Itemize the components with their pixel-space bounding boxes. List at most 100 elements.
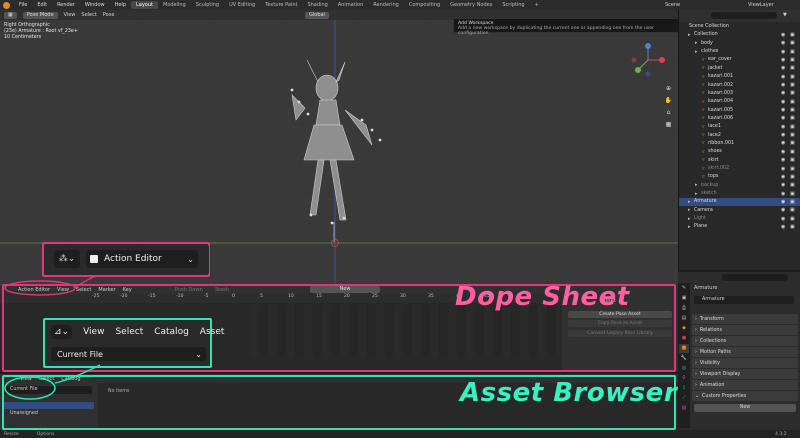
menu-window[interactable]: Window — [85, 2, 105, 8]
outliner-row[interactable]: ▿ lace1 ◉ ▣ — [679, 123, 800, 131]
filter-icon[interactable]: ▼ — [783, 12, 787, 18]
pan-hand-icon[interactable]: ✋ — [664, 96, 673, 105]
outliner-row[interactable]: ▿ lace2 ◉ ▣ — [679, 131, 800, 139]
render-camera-icon[interactable]: ▣ — [790, 107, 795, 113]
visibility-eye-icon[interactable]: ◉ — [781, 107, 785, 113]
render-camera-icon[interactable]: ▣ — [790, 82, 795, 88]
texture-tab-icon[interactable]: ▨ — [679, 404, 689, 413]
render-camera-icon[interactable]: ▣ — [790, 149, 795, 155]
visibility-eye-icon[interactable]: ◉ — [781, 166, 785, 172]
visibility-eye-icon[interactable]: ◉ — [781, 115, 785, 121]
render-camera-icon[interactable]: ▣ — [790, 115, 795, 121]
visibility-eye-icon[interactable]: ◉ — [781, 90, 785, 96]
outliner-row[interactable]: ▿ kazari.001 ◉ ▣ — [679, 73, 800, 81]
zoom-icon[interactable]: ⊕ — [664, 84, 673, 93]
menu-render[interactable]: Render — [57, 2, 75, 8]
visibility-eye-icon[interactable]: ◉ — [781, 207, 785, 213]
view-layer-tab-icon[interactable]: ▤ — [679, 314, 689, 323]
panel-motion-paths[interactable]: › Motion Paths — [692, 347, 798, 357]
render-camera-icon[interactable]: ▣ — [790, 140, 795, 146]
visibility-eye-icon[interactable]: ◉ — [781, 40, 785, 46]
visibility-eye-icon[interactable]: ◉ — [781, 74, 785, 80]
outliner-row[interactable]: ▸ Plane ◉ ▣ — [679, 223, 800, 231]
properties-search-input[interactable] — [722, 274, 788, 281]
dope-sheet-editor-type-icon[interactable]: ⁂⌄ — [54, 250, 80, 268]
render-camera-icon[interactable]: ▣ — [790, 224, 795, 230]
tab-compositing[interactable]: Compositing — [404, 1, 445, 9]
outliner-row[interactable]: ▿ kazari.006 ◉ ▣ — [679, 115, 800, 123]
physics-tab-icon[interactable]: ◎ — [679, 364, 689, 373]
outliner-row[interactable]: ▿ ear_cover ◉ ▣ — [679, 56, 800, 64]
visibility-eye-icon[interactable]: ◉ — [781, 140, 785, 146]
visibility-eye-icon[interactable]: ◉ — [781, 191, 785, 197]
tab-animation[interactable]: Animation — [333, 1, 369, 9]
tab-modeling[interactable]: Modeling — [158, 1, 191, 9]
visibility-eye-icon[interactable]: ◉ — [781, 82, 785, 88]
object-tab-icon[interactable]: ■ — [679, 344, 689, 353]
outliner-row[interactable]: ▸ sketch ◉ ▣ — [679, 190, 800, 198]
render-tab-icon[interactable]: ▣ — [679, 294, 689, 303]
editor-type-button[interactable]: ▦ — [4, 11, 17, 19]
output-tab-icon[interactable]: ⎙ — [679, 304, 689, 313]
outliner-row[interactable]: ▸ body ◉ ▣ — [679, 39, 800, 47]
object-name-field[interactable]: Armature — [694, 296, 794, 304]
perspective-grid-icon[interactable]: ▦ — [664, 120, 673, 129]
render-camera-icon[interactable]: ▣ — [790, 132, 795, 138]
outliner-row[interactable]: ▿ kazari.005 ◉ ▣ — [679, 106, 800, 114]
action-editor-mode-selector[interactable]: Action Editor ⌄ — [86, 250, 198, 268]
outliner-row[interactable]: ▸ Collection ◉ ▣ — [679, 31, 800, 39]
outliner-row[interactable]: ▸ Light ◉ ▣ — [679, 215, 800, 223]
outliner-row[interactable]: ▿ jacket ◉ ▣ — [679, 64, 800, 72]
camera-view-icon[interactable]: ⌂ — [664, 108, 673, 117]
outliner-row[interactable]: ▸ Armature ◉ ▣ — [679, 198, 800, 206]
render-camera-icon[interactable]: ▣ — [790, 124, 795, 130]
visibility-eye-icon[interactable]: ◉ — [781, 32, 785, 38]
visibility-eye-icon[interactable]: ◉ — [781, 174, 785, 180]
tool-tab-icon[interactable]: ✎ — [679, 284, 689, 293]
callout-menu-asset[interactable]: Asset — [200, 327, 225, 337]
scene-tab-icon[interactable]: ◆ — [679, 324, 689, 333]
visibility-eye-icon[interactable]: ◉ — [781, 216, 785, 222]
tab-layout[interactable]: Layout — [131, 1, 158, 9]
outliner-row[interactable]: ▸ clothes ◉ ▣ — [679, 48, 800, 56]
data-tab-icon[interactable]: ⟟ — [679, 384, 689, 393]
outliner-row[interactable]: ▿ kazari.002 ◉ ▣ — [679, 81, 800, 89]
render-camera-icon[interactable]: ▣ — [790, 99, 795, 105]
render-camera-icon[interactable]: ▣ — [790, 166, 795, 172]
render-camera-icon[interactable]: ▣ — [790, 74, 795, 80]
transform-orientation-selector[interactable]: Global — [305, 11, 329, 19]
visibility-eye-icon[interactable]: ◉ — [781, 132, 785, 138]
render-camera-icon[interactable]: ▣ — [790, 40, 795, 46]
tab-texture-paint[interactable]: Texture Paint — [260, 1, 302, 9]
tab-uv-editing[interactable]: UV Editing — [224, 1, 260, 9]
visibility-eye-icon[interactable]: ◉ — [781, 182, 785, 188]
render-camera-icon[interactable]: ▣ — [790, 174, 795, 180]
outliner-search-input[interactable] — [711, 12, 777, 19]
scene-selector[interactable]: Scene — [665, 2, 680, 8]
new-property-button[interactable]: New — [694, 404, 796, 412]
viewlayer-selector[interactable]: ViewLayer — [748, 2, 774, 8]
panel-viewport-display[interactable]: › Viewport Display — [692, 369, 798, 379]
visibility-eye-icon[interactable]: ◉ — [781, 49, 785, 55]
outliner-row[interactable]: ▿ skirt ◉ ▣ — [679, 156, 800, 164]
visibility-eye-icon[interactable]: ◉ — [781, 57, 785, 63]
visibility-eye-icon[interactable]: ◉ — [781, 65, 785, 71]
panel-animation[interactable]: › Animation — [692, 380, 798, 390]
outliner-row[interactable]: ▸ backup ◉ ▣ — [679, 181, 800, 189]
blender-logo-icon[interactable] — [3, 1, 10, 9]
panel-visibility[interactable]: › Visibility — [692, 358, 798, 368]
render-camera-icon[interactable]: ▣ — [790, 49, 795, 55]
outliner-row[interactable]: ▿ ribbon.001 ◉ ▣ — [679, 140, 800, 148]
modifiers-tab-icon[interactable]: 🔧 — [679, 354, 689, 363]
viewport-menu-select[interactable]: Select — [81, 12, 96, 18]
visibility-eye-icon[interactable]: ◉ — [781, 224, 785, 230]
panel-transform[interactable]: › Transform — [692, 314, 798, 324]
menu-edit[interactable]: Edit — [37, 2, 47, 8]
outliner-row[interactable]: ▿ kazari.004 ◉ ▣ — [679, 98, 800, 106]
render-camera-icon[interactable]: ▣ — [790, 65, 795, 71]
panel-custom-properties[interactable]: ⌄ Custom Properties — [692, 391, 798, 401]
bone-tab-icon[interactable]: ⟋ — [679, 394, 689, 403]
world-tab-icon[interactable]: ● — [679, 334, 689, 343]
render-camera-icon[interactable]: ▣ — [790, 207, 795, 213]
constraints-tab-icon[interactable]: ⚲ — [679, 374, 689, 383]
